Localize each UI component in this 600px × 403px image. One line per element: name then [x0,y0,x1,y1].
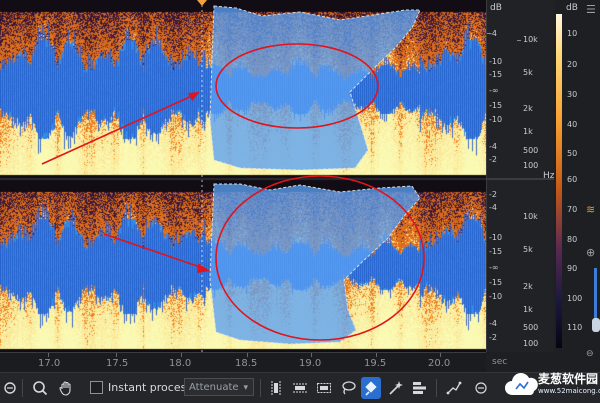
scale-tick: 80 [567,235,578,244]
hz-tick: 2k [523,282,533,291]
db-tick: -2 [489,190,497,199]
db-tick: -4 [489,142,497,151]
frequency-selection-tool-icon[interactable] [290,377,310,399]
scale-unit-label: dB [566,3,578,13]
db-tick: -2 [489,155,497,164]
zoom-tool-icon[interactable] [30,377,50,399]
scale-tick: 10 [567,29,578,38]
scale-tick: 70 [567,205,578,214]
db-tick: -10 [489,115,503,124]
hz-tick: 100 [523,161,539,170]
channel-ruler: dB Hz -4 -10 -15 -∞ -15 -10 -4 -2 10k 5k… [486,0,555,352]
db-tick: -10 [489,292,503,301]
db-tick: -∞ [489,86,499,95]
menu-icon[interactable]: ☰ [586,4,596,16]
hz-tick: 100 [523,339,539,348]
lasso-tool-icon[interactable] [338,377,358,399]
scale-tick: 110 [567,323,583,332]
magic-wand-tool-icon[interactable] [386,377,406,399]
scale-tick: 50 [567,149,578,158]
db-tick: -2 [489,333,497,342]
watermark-logo: 麦葱软件园 www.52maicong.com [504,366,600,402]
time-tick [376,353,377,357]
db-tick: -4 [489,29,497,38]
hz-tick: 5k [523,245,533,254]
db-tick: -10 [489,57,503,66]
watermark-url: www.52maicong.com [538,387,600,395]
scale-tick: 100 [567,294,583,303]
scale-tick: 40 [567,120,578,129]
toolbar-separator [22,379,23,397]
harmonic-selection-tool-icon[interactable] [410,377,430,399]
time-label: 18.0 [169,358,192,369]
process-mode-value: Attenuate [189,382,239,393]
instant-process-label[interactable]: Instant process [108,381,192,394]
chevron-down-icon: ▾ [243,383,248,393]
db-tick: -15 [489,278,503,287]
scale-tick: 60 [567,175,578,184]
db-unit-label: dB [490,3,502,13]
db-tick: -15 [489,247,503,256]
db-tick: -10 [489,233,503,242]
toolbar-separator [260,379,261,397]
hz-tick: 10k [523,35,538,44]
time-tick [116,353,117,357]
time-tick [48,353,49,357]
toolbar-separator [436,379,437,397]
rectangle-selection-tool-icon[interactable] [314,377,334,399]
time-ruler[interactable]: 17.0 17.5 18.0 18.5 19.0 19.5 20.0 [0,352,486,373]
spectrogram-editor[interactable] [0,0,486,352]
hz-tick: 1k [523,127,533,136]
time-label: 17.0 [38,358,61,369]
channel-divider [487,178,555,180]
zoom-in-icon[interactable]: ⊕ [586,247,595,259]
db-tick: -∞ [489,263,499,272]
hz-tick: 500 [523,323,539,332]
hz-tick: 1k [523,305,533,314]
db-tick: -15 [489,101,503,110]
vertical-zoom-handle[interactable] [592,318,600,332]
hz-tick: 500 [523,146,539,155]
scale-tick: 90 [567,264,578,273]
time-label: 18.5 [235,358,258,369]
vertical-zoom-slider[interactable] [594,268,597,318]
color-scale-panel: dB 10 20 30 40 50 60 70 80 90 100 110 ☰ … [554,0,600,359]
hz-tick: 2k [523,104,533,113]
time-label: 19.0 [299,358,322,369]
time-tick [440,353,441,357]
db-tick: -4 [489,203,497,212]
zoom-out-icon[interactable]: ⊖ [586,348,594,360]
color-map-icon[interactable]: ≋ [586,204,595,216]
hand-tool-icon[interactable] [56,377,76,399]
time-tick [247,353,248,357]
process-mode-dropdown[interactable]: Attenuate ▾ [184,378,254,396]
gain-envelope-tool-icon[interactable] [444,377,464,399]
spectrogram-waveform-display[interactable] [0,0,486,352]
scale-tick: 20 [567,60,578,69]
scale-tick: 30 [567,90,578,99]
db-tick: -15 [489,70,503,79]
cloud-icon [505,373,538,395]
time-label: 17.5 [106,358,129,369]
time-selection-tool-icon[interactable] [266,377,286,399]
hz-mark [517,40,521,41]
zoom-out-tool-icon[interactable] [474,377,488,399]
time-label: 19.5 [364,358,387,369]
brush-tool-icon[interactable] [361,377,381,399]
watermark-brand: 麦葱软件园 [538,372,599,386]
color-scale-bar [556,14,562,348]
hz-tick: 10k [523,212,538,221]
hz-tick: 5k [523,68,533,77]
db-tick: -4 [489,319,497,328]
instant-process-checkbox[interactable] [90,381,103,394]
time-zoom-tool-icon[interactable] [2,377,18,399]
time-tick [311,353,312,357]
time-tick [181,353,182,357]
time-label: 20.0 [428,358,451,369]
